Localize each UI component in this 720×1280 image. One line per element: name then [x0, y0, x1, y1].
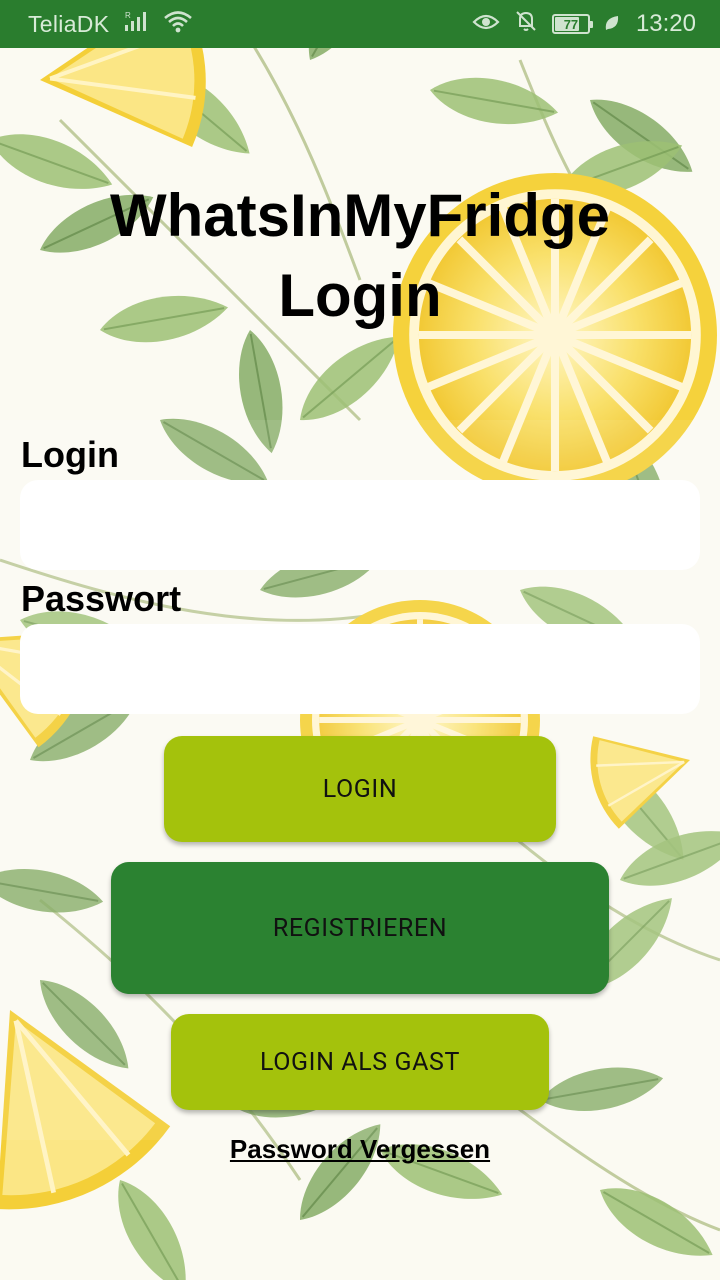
page-title: WhatsInMyFridge Login [0, 176, 720, 336]
eco-leaf-icon [604, 11, 620, 38]
login-input[interactable] [20, 480, 700, 570]
wifi-icon [163, 9, 193, 39]
status-bar: TeliaDK R 77 13:20 [0, 0, 720, 48]
mute-bell-icon [514, 9, 538, 39]
battery-icon: 77 [551, 14, 593, 34]
register-button[interactable]: REGISTRIEREN [111, 862, 609, 994]
login-label: Login [21, 434, 119, 475]
login-button[interactable]: LOGIN [164, 736, 556, 842]
status-bar-right: 77 13:20 [472, 9, 696, 39]
app-name: WhatsInMyFridge [109, 182, 610, 249]
password-input[interactable] [20, 624, 700, 714]
login-screen: WhatsInMyFridge Login Login Passwort LOG… [0, 48, 720, 1280]
signal-icon: R [123, 10, 149, 38]
status-bar-left: TeliaDK R [28, 9, 193, 39]
password-label: Passwort [21, 578, 182, 619]
forgot-password-link[interactable]: Password Vergessen [0, 1134, 720, 1165]
battery-level: 77 [563, 16, 579, 32]
clock: 13:20 [635, 10, 696, 37]
title-login: Login [278, 262, 442, 329]
guest-login-button[interactable]: LOGIN ALS GAST [171, 1014, 549, 1110]
svg-text:R: R [125, 11, 131, 20]
carrier-name: TeliaDK [28, 10, 110, 37]
eye-comfort-icon [472, 11, 500, 38]
